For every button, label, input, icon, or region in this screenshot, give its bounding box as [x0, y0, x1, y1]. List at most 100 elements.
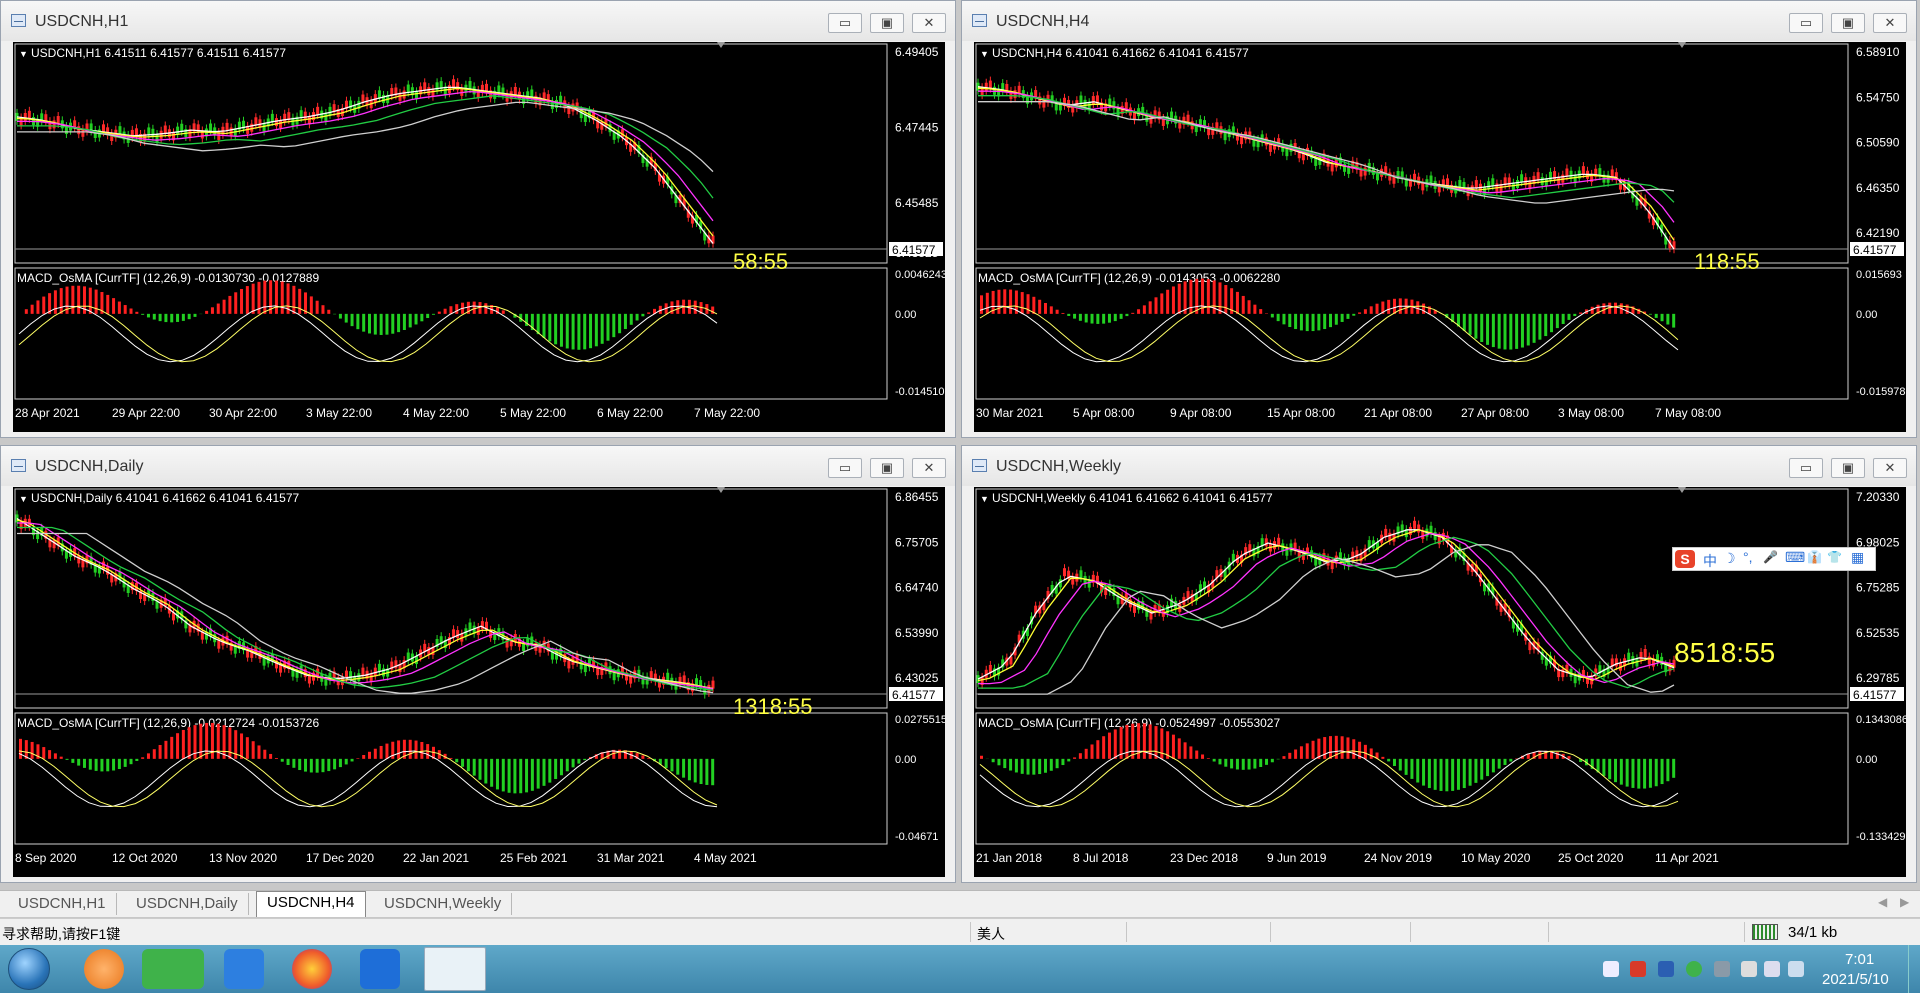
macd-histogram-bar	[985, 292, 989, 314]
price-chart[interactable]: USDCNH,H4 6.41041 6.41662 6.41041 6.4157…	[974, 42, 1906, 432]
clock-date[interactable]: 2021/5/10	[1822, 971, 1889, 988]
wechat-icon[interactable]	[142, 949, 204, 989]
minimize-button[interactable]: ▭	[1789, 13, 1823, 33]
tab-usdcnh-h4[interactable]: USDCNH,H4	[256, 891, 366, 917]
price-chart[interactable]: USDCNH,Daily 6.41041 6.41662 6.41041 6.4…	[13, 487, 945, 877]
macd-histogram-bar	[59, 288, 63, 314]
maximize-button[interactable]: ▣	[870, 13, 904, 33]
notes-icon[interactable]	[224, 949, 264, 989]
macd-histogram-bar	[1503, 313, 1507, 350]
microphone-icon[interactable]: 🎤	[1763, 550, 1778, 564]
macd-histogram-bar	[1061, 758, 1065, 766]
macd-histogram-bar	[414, 740, 418, 759]
toolbox-icon[interactable]: ▦	[1851, 549, 1864, 566]
tray-shield-icon[interactable]	[1658, 961, 1674, 977]
macd-histogram-bar	[269, 753, 273, 759]
moving-average-line	[977, 87, 1675, 241]
window-titlebar[interactable]: USDCNH,H4 ▭ ▣ ✕	[962, 1, 1916, 41]
minimize-button[interactable]: ▭	[828, 458, 862, 478]
macd-histogram-bar	[1247, 758, 1251, 770]
close-button[interactable]: ✕	[912, 458, 946, 478]
macd-histogram-bar	[100, 758, 104, 772]
macd-histogram-bar	[455, 304, 459, 314]
macd-histogram-bar	[94, 758, 98, 771]
chart-window-h1[interactable]: USDCNH,H1 ▭ ▣ ✕ USDCNH,H1 6.41511 6.4157…	[0, 0, 956, 438]
tray-network-icon[interactable]	[1603, 961, 1619, 977]
macd-histogram-bar	[1468, 313, 1472, 335]
macd-histogram-bar	[158, 744, 162, 759]
media-player-icon[interactable]	[84, 949, 124, 989]
minimize-button[interactable]: ▭	[828, 13, 862, 33]
candle-body	[270, 113, 274, 122]
skin-icon[interactable]: 👕	[1827, 550, 1842, 564]
candle-body	[1363, 167, 1367, 176]
price-chart[interactable]: USDCNH,Weekly 6.41041 6.41662 6.41041 6.…	[974, 487, 1906, 877]
macd-histogram-bar	[59, 756, 63, 759]
macd-histogram-bar	[373, 748, 377, 759]
maximize-button[interactable]: ▣	[1831, 13, 1865, 33]
macd-histogram-bar	[1230, 758, 1234, 769]
tray-volume-icon[interactable]	[1764, 961, 1780, 977]
chart-window-daily[interactable]: USDCNH,Daily ▭ ▣ ✕ USDCNH,Daily 6.41041 …	[0, 445, 956, 883]
price-axis-label: 6.45485	[895, 196, 939, 210]
moving-average-line	[977, 529, 1675, 682]
candle-body	[27, 110, 31, 119]
tab-scroll-right-icon[interactable]: ▶	[1900, 895, 1909, 909]
minimize-button[interactable]: ▭	[1789, 458, 1823, 478]
clock-time[interactable]: 7:01	[1845, 951, 1874, 968]
tab-scroll-left-icon[interactable]: ◀	[1878, 895, 1887, 909]
macd-histogram-bar	[274, 757, 278, 759]
price-axis-label: 6.29785	[1856, 671, 1900, 685]
macd-histogram-bar	[1480, 313, 1484, 343]
macd-histogram-bar	[152, 749, 156, 759]
ime-toolbar[interactable]: S 中 ☽ °, 🎤 ⌨ 👔 👕 ▦	[1672, 547, 1876, 571]
moon-icon[interactable]: ☽	[1723, 550, 1736, 567]
maximize-button[interactable]: ▣	[870, 458, 904, 478]
status-divider	[1548, 922, 1549, 942]
tray-signal-icon[interactable]	[1788, 961, 1804, 977]
candle-body	[468, 622, 472, 631]
close-button[interactable]: ✕	[1873, 458, 1907, 478]
tray-device-icon[interactable]	[1714, 961, 1730, 977]
window-titlebar[interactable]: USDCNH,H1 ▭ ▣ ✕	[1, 1, 955, 41]
macd-histogram-bar	[112, 758, 116, 771]
feishu-icon[interactable]	[360, 949, 400, 989]
macd-histogram-bar	[1526, 313, 1530, 346]
close-button[interactable]: ✕	[1873, 13, 1907, 33]
tray-wps-icon[interactable]	[1630, 961, 1646, 977]
punctuation-icon[interactable]: °,	[1743, 549, 1753, 565]
macd-histogram-bar	[1614, 302, 1618, 314]
macd-histogram-bar	[1189, 746, 1193, 759]
macd-histogram-bar	[1032, 296, 1036, 314]
price-chart[interactable]: USDCNH,H1 6.41511 6.41577 6.41511 6.4157…	[13, 42, 945, 432]
window-titlebar[interactable]: USDCNH,Daily ▭ ▣ ✕	[1, 446, 955, 486]
macd-histogram-bar	[461, 758, 465, 767]
tab-usdcnh-h1[interactable]: USDCNH,H1	[8, 893, 117, 915]
show-desktop-button[interactable]	[1908, 945, 1920, 993]
macd-histogram-bar	[327, 309, 331, 314]
candle-body	[159, 130, 163, 139]
close-button[interactable]: ✕	[912, 13, 946, 33]
ime-mode-chinese[interactable]: 中	[1703, 551, 1717, 571]
time-axis-label: 13 Nov 2020	[209, 851, 277, 865]
macd-histogram-bar	[397, 313, 401, 333]
chart-window-weekly[interactable]: USDCNH,Weekly ▭ ▣ ✕ USDCNH,Weekly 6.4104…	[961, 445, 1917, 883]
metatrader-icon[interactable]	[424, 947, 486, 991]
main-pane-frame	[975, 488, 1849, 709]
start-button-icon[interactable]	[8, 948, 50, 990]
status-divider	[1744, 922, 1745, 942]
tab-usdcnh-daily[interactable]: USDCNH,Daily	[126, 893, 249, 915]
macd-histogram-bar	[210, 722, 214, 759]
window-titlebar[interactable]: USDCNH,Weekly ▭ ▣ ✕	[962, 446, 1916, 486]
tray-wechat-icon[interactable]	[1686, 961, 1702, 977]
tab-usdcnh-weekly[interactable]: USDCNH,Weekly	[374, 893, 513, 915]
current-price-label: 6.41577	[1853, 243, 1897, 257]
firefox-icon[interactable]	[292, 949, 332, 989]
tray-flag-icon[interactable]	[1741, 961, 1757, 977]
chart-window-h4[interactable]: USDCNH,H4 ▭ ▣ ✕ USDCNH,H4 6.41041 6.4166…	[961, 0, 1917, 438]
chart-shift-marker-icon	[717, 42, 725, 48]
keyboard-icon[interactable]: ⌨	[1785, 549, 1805, 566]
candle-timer: 118:55	[1694, 249, 1760, 274]
user-icon[interactable]: 👔	[1807, 550, 1822, 564]
maximize-button[interactable]: ▣	[1831, 458, 1865, 478]
